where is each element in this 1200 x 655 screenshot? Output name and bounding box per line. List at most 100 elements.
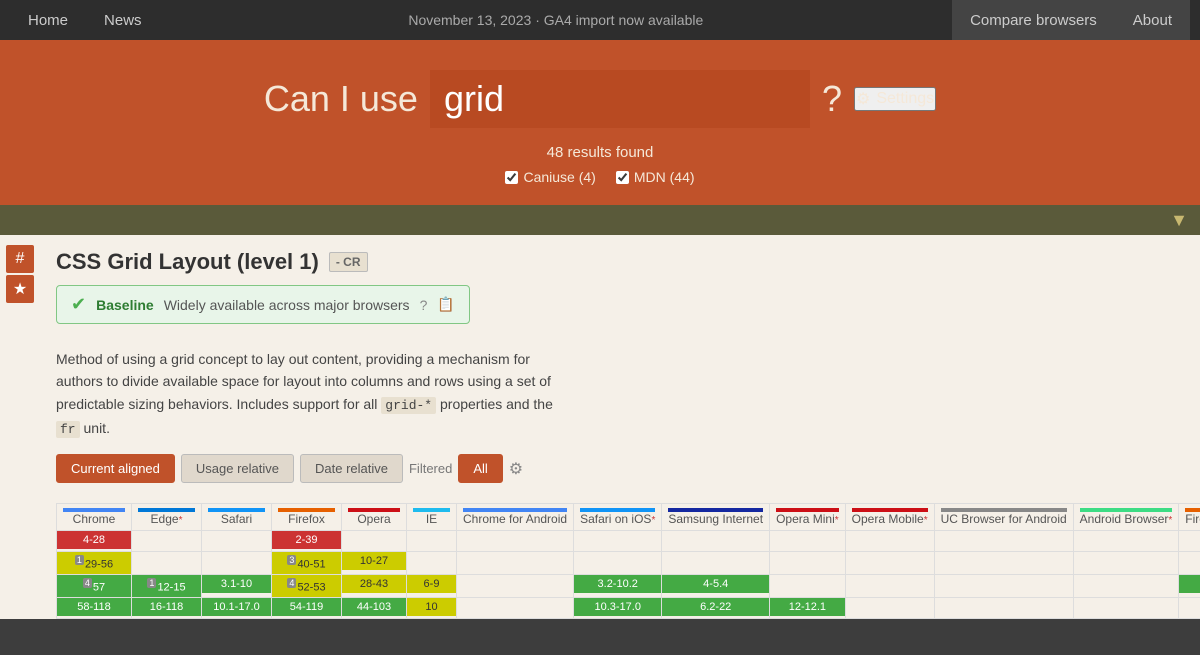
edge-label: Edge xyxy=(151,512,179,526)
table-cell: 2-39 xyxy=(272,531,342,552)
compat-tbody: 4-28 2-39 129-56 340-5110-27 457112-153.… xyxy=(57,531,1200,618)
table-cell xyxy=(770,575,846,598)
side-buttons: # ★ xyxy=(0,235,40,619)
hero-prefix: Can I use xyxy=(264,78,418,120)
cr-badge: - CR xyxy=(329,252,368,272)
table-cell: 58-118 xyxy=(57,597,132,618)
th-chrome-android: Chrome for Android xyxy=(457,504,574,531)
cell-block xyxy=(935,598,1073,618)
info-icon[interactable]: 📋 xyxy=(437,296,454,313)
cell-block xyxy=(342,531,406,551)
filter-caniuse[interactable]: Caniuse (4) xyxy=(505,169,595,185)
table-cell xyxy=(1073,552,1179,575)
table-cell xyxy=(574,552,662,575)
edge-note: * xyxy=(179,515,183,526)
table-cell xyxy=(1179,597,1200,618)
firefox-android-label: Firefox for Android xyxy=(1185,512,1200,526)
feature-left: CSS Grid Layout (level 1) - CR ✔ Baselin… xyxy=(56,249,1200,483)
th-android-browser: Android Browser* xyxy=(1073,504,1179,531)
cell-block xyxy=(1074,575,1179,595)
table-cell xyxy=(934,575,1073,598)
tab-gear-icon[interactable]: ⚙ xyxy=(509,459,523,479)
safari-ios-note: * xyxy=(651,515,655,526)
chrome-label: Chrome xyxy=(73,512,116,526)
safari-ios-label: Safari on iOS xyxy=(580,512,651,526)
table-cell: 10.1-17.0 xyxy=(202,597,272,618)
opera-mini-label: Opera Mini xyxy=(776,512,835,526)
tab-usage-relative[interactable]: Usage relative xyxy=(181,454,294,483)
cell-block: 10.3-17.0 xyxy=(574,598,661,616)
ie-label: IE xyxy=(426,512,437,526)
opera-mobile-note: * xyxy=(924,515,928,526)
table-cell xyxy=(342,531,407,552)
cell-block: 2-39 xyxy=(272,531,341,549)
filter-mdn-checkbox[interactable] xyxy=(616,171,629,184)
baseline-text: Widely available across major browsers xyxy=(164,297,410,313)
settings-label: Settings xyxy=(876,90,934,108)
th-uc: UC Browser for Android xyxy=(934,504,1073,531)
main-content: # ★ CSS Grid Layout (level 1) - CR ✔ Bas… xyxy=(0,235,1200,619)
table-cell xyxy=(662,552,770,575)
feature-content: CSS Grid Layout (level 1) - CR ✔ Baselin… xyxy=(40,235,1200,619)
star-button[interactable]: ★ xyxy=(6,275,34,303)
cell-block xyxy=(1074,598,1179,618)
table-cell: 54-119 xyxy=(272,597,342,618)
table-cell xyxy=(1073,597,1179,618)
cell-block xyxy=(662,531,769,551)
tab-current-aligned[interactable]: Current aligned xyxy=(56,454,175,483)
cell-block xyxy=(846,575,934,595)
tab-date-relative[interactable]: Date relative xyxy=(300,454,403,483)
table-cell xyxy=(132,552,202,575)
hash-button[interactable]: # xyxy=(6,245,34,273)
table-cell: 340-51 xyxy=(272,552,342,575)
table-cell xyxy=(934,597,1073,618)
cell-block xyxy=(457,531,573,551)
table-cell: 28-43 xyxy=(342,575,407,598)
table-row: 4-28 2-39 xyxy=(57,531,1200,552)
nav-compare[interactable]: Compare browsers xyxy=(952,0,1115,40)
table-cell xyxy=(457,552,574,575)
filter-caniuse-label: Caniuse (4) xyxy=(523,169,595,185)
cell-block: 3.1-10 xyxy=(202,575,271,593)
table-cell: 6.2-22 xyxy=(662,597,770,618)
cell-block: 129-56 xyxy=(57,552,131,574)
search-input[interactable] xyxy=(430,70,810,128)
cell-block xyxy=(935,531,1073,551)
filter-icon[interactable]: ▼ xyxy=(1170,210,1188,231)
tabs-row: Current aligned Usage relative Date rela… xyxy=(56,454,1200,483)
cell-block: 2.1-4.4.4 xyxy=(1179,575,1200,593)
announcement-date: November 13, 2023 xyxy=(408,12,531,28)
cell-block xyxy=(662,552,769,572)
feature-description: Method of using a grid concept to lay ou… xyxy=(56,348,556,440)
opera-label: Opera xyxy=(357,512,390,526)
hero-suffix: ? xyxy=(822,78,842,120)
table-cell xyxy=(202,552,272,575)
uc-label: UC Browser for Android xyxy=(941,512,1067,526)
nav-about[interactable]: About xyxy=(1115,0,1190,40)
tab-all[interactable]: All xyxy=(458,454,502,483)
baseline-check-icon: ✔ xyxy=(71,294,86,315)
help-icon[interactable]: ? xyxy=(420,297,428,313)
hero-section: Can I use ? ⚙ Settings 48 results found … xyxy=(0,40,1200,205)
settings-button[interactable]: ⚙ Settings xyxy=(854,87,936,111)
nav-left: Home News xyxy=(10,0,160,40)
table-cell: 10.3-17.0 xyxy=(574,597,662,618)
code-fr: fr xyxy=(56,421,80,438)
cell-block xyxy=(935,575,1073,595)
th-safari: Safari xyxy=(202,504,272,531)
filter-mdn[interactable]: MDN (44) xyxy=(616,169,695,185)
code-grid-star: grid-* xyxy=(381,397,436,414)
cell-block: 340-51 xyxy=(272,552,341,574)
nav-home[interactable]: Home xyxy=(10,0,86,40)
cell-block xyxy=(846,552,934,572)
firefox-label: Firefox xyxy=(288,512,325,526)
filter-caniuse-checkbox[interactable] xyxy=(505,171,518,184)
table-cell xyxy=(457,575,574,598)
cell-block xyxy=(574,531,661,551)
th-samsung: Samsung Internet xyxy=(662,504,770,531)
cell-block: 10 xyxy=(407,598,456,616)
nav-news[interactable]: News xyxy=(86,0,160,40)
opera-mobile-label: Opera Mobile xyxy=(852,512,924,526)
cell-block xyxy=(132,531,201,551)
table-cell xyxy=(457,531,574,552)
